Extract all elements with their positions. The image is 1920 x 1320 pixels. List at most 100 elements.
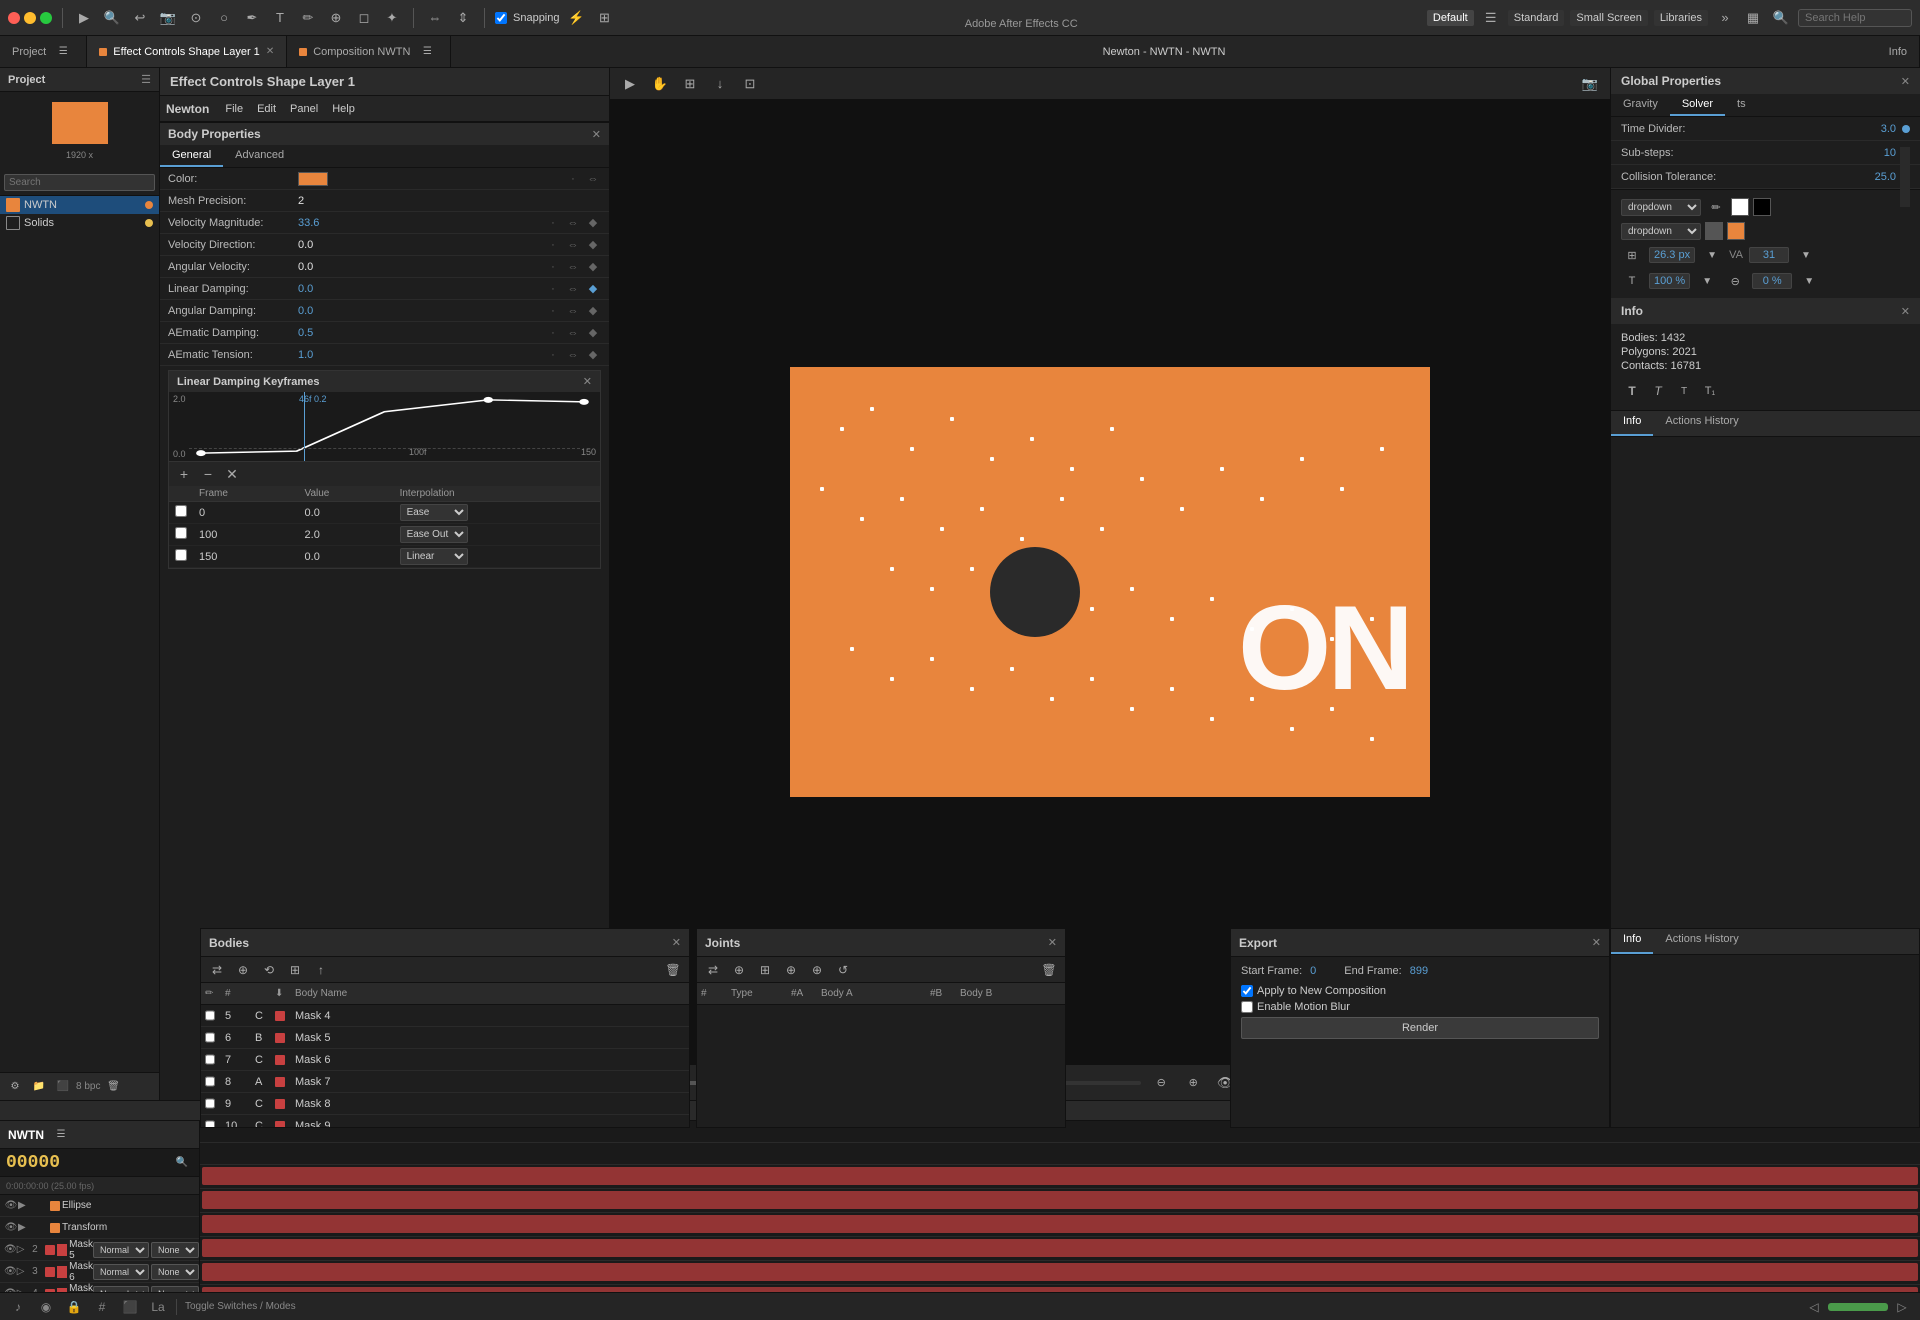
project-tab[interactable]: Project ☰	[0, 36, 87, 67]
snapping-checkbox[interactable]	[495, 12, 507, 24]
shy-btn[interactable]: #	[92, 1297, 112, 1317]
puppet-tool-icon[interactable]: ✦	[381, 7, 403, 29]
effect-controls-tab[interactable]: Effect Controls Shape Layer 1 ✕	[87, 36, 287, 67]
down-arrow-icon[interactable]: ▼	[1701, 244, 1723, 266]
expand-ellipse[interactable]: ▶	[18, 1200, 30, 1211]
select-tool-btn[interactable]: ▶	[618, 72, 642, 96]
kf-checkbox-1[interactable]	[175, 527, 187, 539]
pen-icon[interactable]: ✏	[1705, 196, 1727, 218]
ang-damp-value[interactable]: 0.0	[298, 305, 545, 317]
label-btn[interactable]: La	[148, 1297, 168, 1317]
text-bold-icon[interactable]: T	[1621, 380, 1643, 402]
small-screen-workspace[interactable]: Small Screen	[1570, 10, 1647, 26]
search-box[interactable]	[1798, 9, 1912, 27]
color-link[interactable]: ⇔	[585, 171, 601, 187]
time-search-icon[interactable]: 🔍	[171, 1152, 193, 1174]
expand-4[interactable]: ▷	[17, 1266, 27, 1277]
color-reset[interactable]: ·	[565, 171, 581, 187]
layer-vis-4[interactable]: 👁	[4, 1265, 17, 1279]
project-search-input[interactable]	[4, 174, 155, 191]
ae-damp-value[interactable]: 0.5	[298, 327, 545, 339]
newton-panel-menu[interactable]: Panel	[284, 101, 324, 117]
color-swatch[interactable]	[298, 172, 328, 186]
delete-icon[interactable]: 🗑	[102, 1076, 124, 1098]
solo-btn[interactable]: ◉	[36, 1297, 56, 1317]
vel-dir-value[interactable]: 0.0	[298, 239, 545, 251]
kf-interp-0[interactable]: EaseEase InEase OutLinear	[400, 504, 468, 521]
newton-help-menu[interactable]: Help	[326, 101, 361, 117]
scale-down-icon[interactable]: ▼	[1696, 270, 1718, 292]
advanced-tab[interactable]: Advanced	[223, 145, 296, 167]
pen-tool-icon[interactable]: ✒	[241, 7, 263, 29]
black-swatch[interactable]	[1753, 198, 1771, 216]
info-tab[interactable]: Info	[1877, 36, 1920, 67]
vp-zoom-in[interactable]: ⊕	[1181, 1071, 1205, 1095]
ang-vel-key[interactable]: ◆	[585, 259, 601, 275]
project-tab-menu[interactable]: ☰	[52, 41, 74, 63]
lin-damp-reset[interactable]: ·	[545, 281, 561, 297]
expand-3[interactable]: ▷	[17, 1244, 27, 1255]
effect-tab-close[interactable]: ✕	[266, 46, 274, 57]
scale-icon2[interactable]: ⊖	[1724, 270, 1746, 292]
ae-damp-reset[interactable]: ·	[545, 325, 561, 341]
more-icon[interactable]: »	[1714, 7, 1736, 29]
ae-tens-reset[interactable]: ·	[545, 347, 561, 363]
ae-damp-link[interactable]: ⇔	[565, 325, 581, 341]
text-scale-icon[interactable]: T	[1621, 270, 1643, 292]
ang-damp-key[interactable]: ◆	[585, 303, 601, 319]
gravity-tab[interactable]: Gravity	[1611, 94, 1670, 116]
default-workspace[interactable]: Default	[1427, 10, 1474, 26]
general-tab[interactable]: General	[160, 145, 223, 167]
newton-edit-menu[interactable]: Edit	[251, 101, 282, 117]
body-props-close[interactable]: ✕	[592, 128, 601, 141]
shape-tool-icon[interactable]: ○	[213, 7, 235, 29]
toggle-label[interactable]: Toggle Switches / Modes	[185, 1301, 296, 1312]
brush-tool-icon[interactable]: ✏	[297, 7, 319, 29]
info-bottom-tab[interactable]: Info	[1611, 411, 1653, 436]
zoom-tool-icon[interactable]: 🔍	[101, 7, 123, 29]
kf-value-2[interactable]: 0.0	[299, 546, 394, 568]
ae-tens-link[interactable]: ⇔	[565, 347, 581, 363]
white-swatch[interactable]	[1731, 198, 1749, 216]
layer-none-3[interactable]: None	[151, 1242, 199, 1258]
down-arrow-icon2[interactable]: ▼	[1795, 244, 1817, 266]
align-tool-icon[interactable]: ⇔	[424, 7, 446, 29]
kf-interp-1[interactable]: EaseEase InEase OutLinear	[400, 526, 468, 543]
vel-mag-value[interactable]: 33.6	[298, 217, 545, 229]
ae-damp-key[interactable]: ◆	[585, 325, 601, 341]
lin-damp-key[interactable]: ◆	[585, 281, 601, 297]
scale-y-value[interactable]: 0 %	[1752, 273, 1792, 289]
layer-vis-transform[interactable]: 👁	[4, 1221, 18, 1235]
scale-down2-icon[interactable]: ▼	[1798, 270, 1820, 292]
dark-swatch[interactable]	[1705, 222, 1723, 240]
ang-vel-value[interactable]: 0.0	[298, 261, 545, 273]
layer-mode-3[interactable]: Normal	[93, 1242, 149, 1258]
ts-tab[interactable]: ts	[1725, 94, 1758, 116]
rotate-tool-icon[interactable]: ↩	[129, 7, 151, 29]
actions-history-tab[interactable]: Actions History	[1653, 411, 1750, 436]
minimize-button[interactable]	[24, 12, 36, 24]
snap-icon1[interactable]: ⚡	[566, 7, 588, 29]
text-tool-icon[interactable]: T	[269, 7, 291, 29]
lin-damp-link[interactable]: ⇔	[565, 281, 581, 297]
newton-file-menu[interactable]: File	[219, 101, 249, 117]
layer-mode-4[interactable]: Normal	[93, 1264, 149, 1280]
collision-value[interactable]: 25.0	[1856, 171, 1896, 183]
maximize-button[interactable]	[40, 12, 52, 24]
audio-btn[interactable]: ♪	[8, 1297, 28, 1317]
standard-workspace[interactable]: Standard	[1508, 10, 1565, 26]
ang-vel-reset[interactable]: ·	[545, 259, 561, 275]
camera-icon[interactable]: 📷	[1578, 72, 1602, 96]
vp-zoom-out[interactable]: ⊖	[1149, 1071, 1173, 1095]
ae-tens-key[interactable]: ◆	[585, 347, 601, 363]
ae-tens-value[interactable]: 1.0	[298, 349, 545, 361]
project-menu-icon[interactable]: ☰	[141, 73, 151, 86]
kf-checkbox-0[interactable]	[175, 505, 187, 517]
vel-dir-reset[interactable]: ·	[545, 237, 561, 253]
project-item-solids[interactable]: Solids	[0, 214, 159, 232]
dist-tool-icon[interactable]: ⇕	[452, 7, 474, 29]
layer-none-4[interactable]: None	[151, 1264, 199, 1280]
info-close[interactable]: ✕	[1901, 305, 1910, 318]
layer-vis-3[interactable]: 👁	[4, 1243, 17, 1257]
mesh-precision-value[interactable]: 2	[298, 195, 601, 207]
